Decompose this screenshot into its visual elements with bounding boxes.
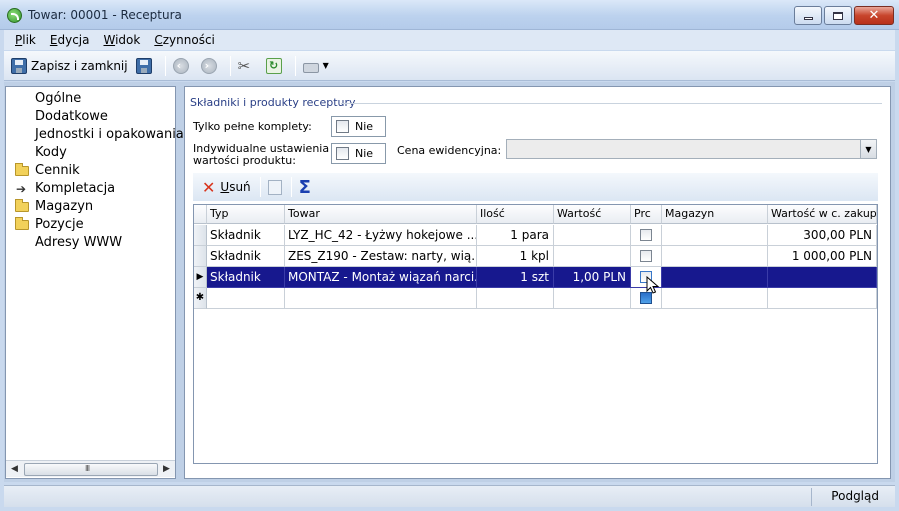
table-row[interactable]: Składnik LYZ_HC_42 - Łyżwy hokejowe ... … bbox=[194, 225, 877, 246]
edit-button[interactable] bbox=[265, 175, 285, 199]
cena-ewidencyjna-combo[interactable]: ▼ bbox=[506, 139, 877, 159]
tools-button[interactable]: ✂ bbox=[235, 54, 261, 78]
save-close-label: Zapisz i zamknij bbox=[31, 58, 128, 73]
prc-checkbox[interactable] bbox=[640, 229, 652, 241]
scroll-right-icon[interactable]: ▶ bbox=[160, 463, 173, 476]
status-bar: Podgląd bbox=[4, 485, 895, 507]
col-header-wartosc-zakupu[interactable]: Wartość w c. zakupu bbox=[768, 205, 877, 224]
toolbar: Zapisz i zamknij ‹ › ✂ ↻ ▼ bbox=[4, 51, 895, 81]
menu-plik[interactable]: Plik bbox=[8, 33, 43, 47]
status-separator bbox=[811, 488, 812, 506]
col-header-ilosc[interactable]: Ilość bbox=[477, 205, 554, 224]
save-icon bbox=[135, 57, 152, 74]
tools-icon: ✂ bbox=[237, 56, 251, 75]
col-header-typ[interactable]: Typ bbox=[207, 205, 285, 224]
toolbar-separator bbox=[164, 55, 166, 76]
folder-icon bbox=[15, 163, 29, 176]
tylko-komplety-checkbox[interactable] bbox=[336, 120, 349, 133]
menu-bar: Plik Edycja Widok Czynności bbox=[4, 30, 895, 50]
folder-icon bbox=[15, 217, 29, 230]
close-button[interactable]: ✕ bbox=[854, 6, 894, 25]
chevron-down-icon: ▼ bbox=[322, 61, 329, 70]
title-bar: Towar: 00001 - Receptura ✕ bbox=[0, 0, 899, 30]
maximize-button[interactable] bbox=[824, 6, 852, 25]
col-header-towar[interactable]: Towar bbox=[285, 205, 477, 224]
row-header[interactable] bbox=[194, 225, 207, 246]
sigma-icon: Σ bbox=[298, 176, 311, 198]
col-header-prc[interactable]: Prc bbox=[631, 205, 662, 224]
app-icon bbox=[7, 8, 22, 23]
chevron-down-icon[interactable]: ▼ bbox=[860, 140, 876, 158]
menu-czynnosci[interactable]: Czynności bbox=[147, 33, 222, 47]
table-row-selected[interactable]: ▶ Składnik MONTAZ - Montaż wiązań narci.… bbox=[194, 267, 877, 288]
cena-ewidencyjna-label: Cena ewidencyjna: bbox=[397, 144, 502, 157]
printer-icon bbox=[302, 62, 319, 73]
save-icon bbox=[11, 57, 27, 74]
col-header-magazyn[interactable]: Magazyn bbox=[662, 205, 768, 224]
section-divider bbox=[341, 103, 882, 104]
forward-arrow-icon: › bbox=[200, 57, 217, 74]
menu-edycja[interactable]: Edycja bbox=[43, 33, 97, 47]
save-button[interactable] bbox=[133, 54, 159, 78]
section-title: Składniki i produkty receptury bbox=[190, 96, 356, 109]
scroll-thumb[interactable]: III bbox=[24, 463, 158, 476]
edit-icon bbox=[267, 179, 282, 195]
sum-button[interactable]: Σ bbox=[296, 175, 314, 199]
current-row-indicator-icon[interactable]: ▶ bbox=[194, 267, 207, 288]
grid-corner-header bbox=[194, 205, 207, 224]
table-row-new[interactable]: ✱ bbox=[194, 288, 877, 309]
indywidualne-field[interactable]: Nie bbox=[331, 143, 386, 164]
row-header[interactable] bbox=[194, 246, 207, 267]
close-icon: ✕ bbox=[868, 8, 880, 23]
col-header-wartosc[interactable]: Wartość bbox=[554, 205, 631, 224]
refresh-icon: ↻ bbox=[265, 57, 282, 74]
toolbar-separator bbox=[294, 55, 296, 76]
tylko-komplety-field[interactable]: Nie bbox=[331, 116, 386, 137]
back-button[interactable]: ‹ bbox=[170, 54, 196, 78]
toolbar-separator bbox=[229, 55, 231, 76]
nav-horizontal-scrollbar[interactable]: ◀ III ▶ bbox=[6, 460, 175, 477]
status-text: Podgląd bbox=[831, 489, 879, 503]
refresh-button[interactable]: ↻ bbox=[263, 54, 289, 78]
minimize-button[interactable] bbox=[794, 6, 822, 25]
new-row-asterisk-icon[interactable]: ✱ bbox=[194, 288, 207, 309]
grid-toolbar: ✕ Usuń Σ bbox=[193, 173, 878, 201]
toolbar-separator bbox=[259, 177, 261, 197]
toolbar-separator bbox=[290, 177, 292, 197]
save-close-button[interactable]: Zapisz i zamknij bbox=[8, 54, 131, 78]
maximize-icon bbox=[833, 11, 843, 20]
indywidualne-label-line2: wartości produktu: bbox=[193, 154, 296, 167]
scroll-left-icon[interactable]: ◀ bbox=[8, 463, 21, 476]
window-title: Towar: 00001 - Receptura bbox=[28, 8, 182, 22]
side-nav: Ogólne Dodatkowe Jednostki i opakowania … bbox=[5, 86, 184, 479]
delete-x-icon: ✕ bbox=[202, 177, 216, 197]
delete-button[interactable]: ✕ Usuń bbox=[199, 175, 254, 199]
forward-button[interactable]: › bbox=[198, 54, 224, 78]
components-grid: Typ Towar Ilość Wartość Prc Magazyn Wart… bbox=[193, 204, 878, 464]
prc-checkbox[interactable] bbox=[640, 250, 652, 262]
arrow-icon: ➔ bbox=[16, 182, 27, 196]
folder-icon bbox=[15, 199, 29, 212]
tylko-komplety-label: Tylko pełne komplety: bbox=[193, 120, 312, 133]
menu-widok[interactable]: Widok bbox=[96, 33, 147, 47]
minimize-icon bbox=[803, 17, 813, 20]
print-button[interactable]: ▼ bbox=[300, 54, 332, 78]
indywidualne-checkbox[interactable] bbox=[336, 147, 349, 160]
mouse-cursor-icon bbox=[646, 276, 660, 294]
table-row[interactable]: Składnik ZES_Z190 - Zestaw: narty, wią..… bbox=[194, 246, 877, 267]
back-arrow-icon: ‹ bbox=[172, 57, 189, 74]
